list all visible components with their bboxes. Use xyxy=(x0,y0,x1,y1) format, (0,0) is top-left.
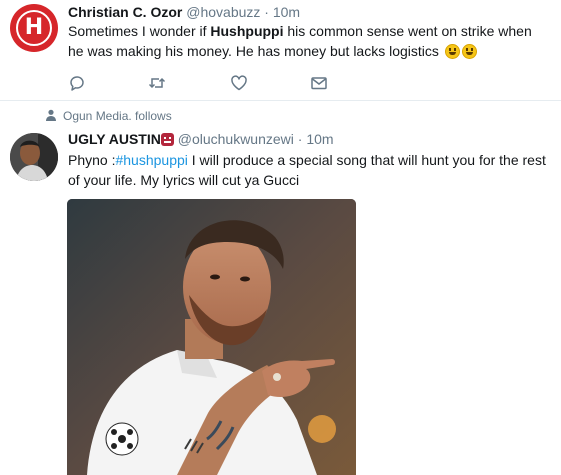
tweet-header: UGLY AUSTIN @oluchukwunzewi · 10m xyxy=(68,131,334,147)
author-name[interactable]: Christian C. Ozor xyxy=(68,4,182,20)
like-icon[interactable] xyxy=(230,74,248,92)
person-icon xyxy=(46,109,56,121)
avatar-logo-letter: H xyxy=(24,15,44,40)
tweet-header: Christian C. Ozor @hovabuzz · 10m xyxy=(68,4,300,20)
direct-message-icon[interactable] xyxy=(310,74,328,92)
hashtag-link[interactable]: #hushpuppi xyxy=(115,152,187,168)
author-handle[interactable]: @hovabuzz xyxy=(186,4,260,20)
reply-icon[interactable] xyxy=(68,74,86,92)
photo-footballer-pointing xyxy=(67,199,356,475)
social-context[interactable]: Ogun Media. follows xyxy=(45,109,172,123)
avatar-photo xyxy=(10,133,58,181)
author-handle[interactable]: @oluchukwunzewi xyxy=(178,131,294,147)
avatar[interactable] xyxy=(10,133,58,181)
tweet-text-part: Sometimes I wonder if xyxy=(68,23,211,39)
retweet-icon[interactable] xyxy=(148,74,166,92)
separator-dot: · xyxy=(264,4,269,20)
social-context-text: Ogun Media. follows xyxy=(63,109,172,123)
tweet-text: Sometimes I wonder if Hushpuppi his comm… xyxy=(68,21,548,61)
author-name[interactable]: UGLY AUSTIN xyxy=(68,131,161,147)
tweet-christian-ozor[interactable]: H Christian C. Ozor @hovabuzz · 10m Some… xyxy=(0,0,561,100)
tweet-timestamp[interactable]: 10m xyxy=(273,4,300,20)
avatar[interactable]: H xyxy=(10,4,58,52)
tweet-text-part: Phyno : xyxy=(68,152,116,168)
tweet-text: Phyno :#hushpuppi I will produce a speci… xyxy=(68,150,548,190)
separator-dot: · xyxy=(297,131,303,147)
tweet-timestamp[interactable]: 10m xyxy=(306,131,333,147)
ogre-emoji-icon xyxy=(160,133,174,146)
tweet-media-photo[interactable] xyxy=(67,199,356,475)
tweet-divider xyxy=(0,100,561,101)
tweet-text-bold: Hushpuppi xyxy=(210,23,284,39)
grinning-emoji-icon xyxy=(444,44,460,59)
grinning-emoji-icon xyxy=(461,44,477,59)
